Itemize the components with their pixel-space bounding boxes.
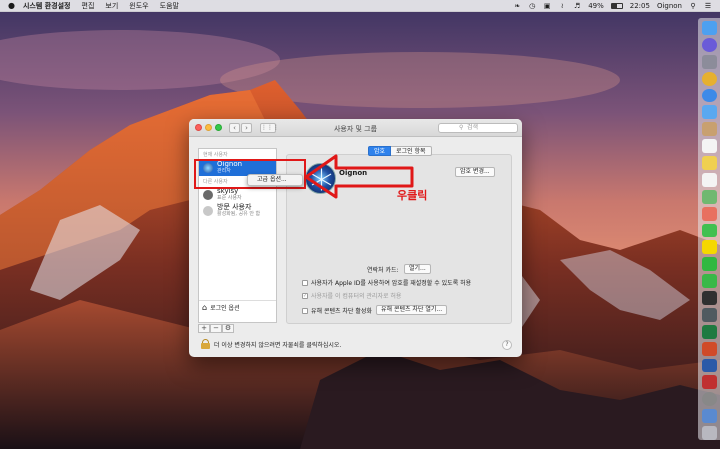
apple-menu-icon[interactable]: ●	[8, 1, 15, 10]
apple-id-reset-label: 사용자가 Apple ID를 사용하여 암호를 재설정할 수 있도록 허용	[311, 280, 472, 287]
lock-icon[interactable]	[201, 339, 210, 349]
siri-icon[interactable]	[701, 37, 717, 52]
user-row-skylsy[interactable]: skylsy 표준 사용자	[199, 187, 276, 203]
word-icon[interactable]	[701, 358, 717, 373]
menu-bar: ● 시스템 환경설정 편집 보기 윈도우 도움말 ❧ ◷ ▣ ≀ ♬ 49% 2…	[0, 0, 720, 12]
login-options-item[interactable]: ⌂ 로그인 옵션	[199, 300, 276, 313]
dock	[698, 18, 720, 440]
excel-icon[interactable]	[701, 324, 717, 339]
safari-icon[interactable]	[701, 88, 717, 103]
menu-app-name[interactable]: 시스템 환경설정	[23, 1, 71, 11]
contact-open-button[interactable]: 열기...	[404, 264, 431, 274]
launchpad-icon[interactable]	[701, 54, 717, 69]
line-icon[interactable]	[701, 257, 717, 272]
battery-icon[interactable]	[610, 2, 623, 9]
volume-icon[interactable]: ♬	[573, 2, 581, 10]
kakaotalk-icon[interactable]	[701, 240, 717, 255]
notes-icon[interactable]	[701, 156, 717, 170]
search-icon: ⚲	[459, 124, 464, 131]
parental-controls-checkbox[interactable]	[302, 307, 308, 314]
timemachine-icon[interactable]: ◷	[528, 2, 536, 10]
apple-id-reset-checkbox[interactable]	[302, 279, 308, 286]
menu-view[interactable]: 보기	[105, 1, 118, 11]
parental-controls-label: 유해 콘텐츠 차단 활성화	[311, 308, 372, 315]
battery-percent: 49%	[588, 1, 604, 10]
admin-label: 사용자를 이 컴퓨터의 관리자로 허용	[311, 293, 402, 300]
finder-icon[interactable]	[701, 21, 717, 35]
trash-icon[interactable]	[701, 426, 717, 440]
help-button[interactable]: ?	[502, 340, 512, 350]
login-options-label: 로그인 옵션	[210, 304, 240, 312]
wifi-icon[interactable]: ≀	[558, 2, 566, 10]
admin-checkbox: ✓	[302, 292, 308, 299]
contacts-icon[interactable]	[701, 122, 717, 137]
user-row-guest[interactable]: 방문 사용자 활성화됨, 공유 안 함	[199, 203, 276, 219]
parental-controls-option[interactable]: 유해 콘텐츠 차단 활성화	[302, 306, 372, 315]
system-preferences-icon[interactable]	[701, 392, 717, 407]
window-titlebar[interactable]: ‹ › ⋮⋮⋮ 사용자 및 그룹 ⚲ 검색	[189, 119, 522, 137]
downloads-icon[interactable]	[701, 409, 717, 423]
activity-monitor-icon[interactable]	[701, 307, 717, 322]
advanced-options-menu-item[interactable]: 고급 옵션...	[257, 176, 287, 183]
parental-controls-open-button[interactable]: 유해 콘텐츠 차단 열기...	[376, 305, 448, 315]
menu-help[interactable]: 도움말	[160, 1, 179, 11]
clock[interactable]: 22:05	[630, 2, 650, 10]
facetime-icon[interactable]	[701, 274, 717, 288]
notification-center-icon[interactable]: ☰	[704, 2, 712, 10]
search-placeholder: 검색	[467, 124, 479, 131]
terminal-icon[interactable]	[701, 291, 717, 305]
apple-id-reset-option[interactable]: 사용자가 Apple ID를 사용하여 암호를 재설정할 수 있도록 허용	[302, 278, 471, 287]
contact-card-label: 연락처 카드:	[367, 267, 399, 274]
spotlight-icon[interactable]: ⚲	[689, 2, 697, 10]
right-click-annotation: 우클릭	[397, 189, 428, 202]
menu-window[interactable]: 윈도우	[129, 1, 148, 11]
display-icon[interactable]: ▣	[543, 2, 551, 10]
app-icon[interactable]	[701, 375, 717, 390]
add-user-button[interactable]: +	[198, 324, 210, 333]
photos-icon[interactable]	[701, 206, 717, 221]
mail-icon[interactable]	[701, 105, 717, 120]
menu-extras: ❧ ◷ ▣ ≀ ♬ 49% 22:05 Oignon ⚲ ☰	[513, 2, 716, 10]
user-name: 방문 사용자	[217, 203, 252, 211]
maps-icon[interactable]	[701, 189, 717, 204]
messages-icon[interactable]	[701, 223, 717, 238]
lock-row: 더 이상 변경하지 않으려면 자물쇠를 클릭하십시오.	[201, 339, 341, 349]
user-role: 활성화됨, 공유 안 함	[217, 211, 261, 217]
remove-user-button[interactable]: −	[210, 324, 222, 333]
admin-option: ✓ 사용자를 이 컴퓨터의 관리자로 허용	[302, 291, 401, 300]
user-avatar	[203, 190, 213, 200]
user-list-controls: + − ⚙	[198, 324, 234, 333]
reminders-icon[interactable]	[701, 172, 717, 187]
calendar-icon[interactable]	[701, 139, 717, 153]
house-icon: ⌂	[202, 302, 208, 312]
menu-edit[interactable]: 편집	[82, 1, 95, 11]
powerpoint-icon[interactable]	[701, 341, 717, 356]
context-menu: 고급 옵션...	[247, 174, 303, 186]
current-user-menu[interactable]: Oignon	[657, 2, 682, 10]
change-password-button[interactable]: 암호 변경...	[455, 167, 495, 177]
gear-icon[interactable]: ⚙	[222, 324, 234, 333]
chrome-icon[interactable]	[701, 71, 717, 86]
search-input[interactable]: ⚲ 검색	[438, 123, 518, 133]
user-role: 표준 사용자	[217, 195, 242, 201]
bluetooth-icon[interactable]: ❧	[513, 2, 521, 10]
lock-message: 더 이상 변경하지 않으려면 자물쇠를 클릭하십시오.	[214, 341, 342, 349]
user-name: skylsy	[217, 187, 239, 195]
guest-avatar-icon	[203, 206, 213, 216]
